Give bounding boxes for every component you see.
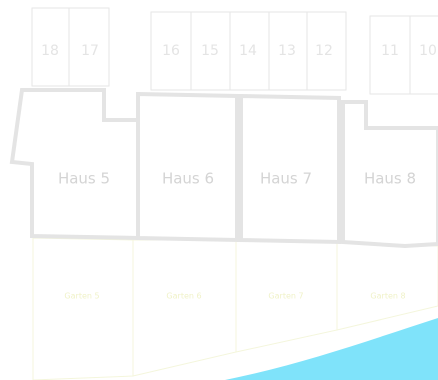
house-8-label: Haus 8 — [364, 170, 416, 188]
garden-6-label: Garten 6 — [166, 292, 201, 301]
garden-7[interactable]: Garten 7 — [235, 239, 338, 353]
parking-space-10[interactable]: 10 — [409, 15, 438, 95]
house-6-label: Haus 6 — [162, 170, 214, 188]
parking-10-label: 10 — [419, 43, 437, 59]
garden-8-label: Garten 8 — [370, 292, 405, 301]
garden-6[interactable]: Garten 6 — [132, 239, 237, 377]
parking-15-label: 15 — [201, 43, 219, 59]
house-5[interactable]: Haus 5 — [9, 88, 140, 241]
parking-18-label: 18 — [41, 43, 59, 59]
parking-space-14[interactable]: 14 — [229, 11, 270, 91]
parking-space-16[interactable]: 16 — [150, 11, 192, 91]
house-7[interactable]: Haus 7 — [239, 93, 341, 245]
parking-11-label: 11 — [381, 43, 399, 59]
parking-space-17[interactable]: 17 — [68, 7, 110, 87]
parking-13-label: 13 — [278, 43, 296, 59]
parking-space-12[interactable]: 12 — [306, 11, 347, 91]
garden-8[interactable]: Garten 8 — [336, 241, 438, 331]
houses-group: Haus 5 Haus 6 Haus 7 Haus 8 — [9, 88, 438, 249]
garden-5[interactable]: Garten 5 — [32, 237, 134, 380]
garden-5-label: Garten 5 — [64, 292, 99, 301]
parking-16-label: 16 — [162, 43, 180, 59]
parking-14-label: 14 — [239, 43, 257, 59]
site-plan: Garten 5 Garten 6 Garten 7 Garten 8 18 1… — [9, 7, 438, 380]
house-8[interactable]: Haus 8 — [341, 100, 438, 249]
parking-space-18[interactable]: 18 — [31, 7, 70, 87]
parking-space-11[interactable]: 11 — [369, 15, 411, 95]
garden-7-label: Garten 7 — [268, 292, 303, 301]
parking-group: 18 17 16 15 14 13 12 11 10 — [31, 7, 438, 95]
parking-space-15[interactable]: 15 — [190, 11, 231, 91]
parking-space-13[interactable]: 13 — [268, 11, 308, 91]
parking-17-label: 17 — [81, 43, 99, 59]
house-6[interactable]: Haus 6 — [136, 91, 239, 243]
house-5-label: Haus 5 — [58, 170, 110, 188]
house-7-label: Haus 7 — [260, 170, 312, 188]
parking-12-label: 12 — [315, 43, 333, 59]
